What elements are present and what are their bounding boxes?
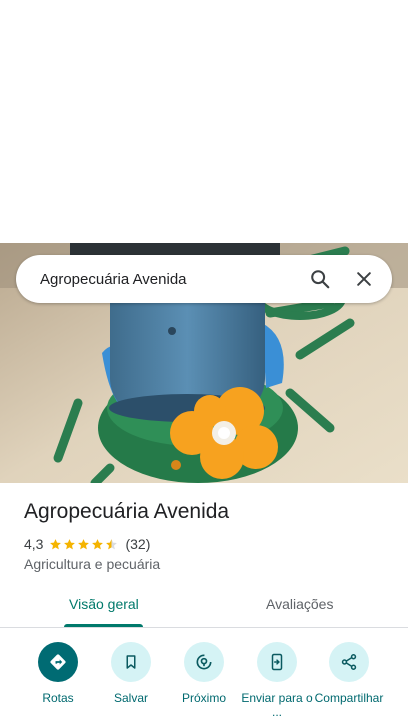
rating-value: 4,3 [24, 536, 44, 552]
place-category: Agricultura e pecuária [24, 556, 161, 572]
star-icon [78, 538, 90, 549]
nearby-icon [184, 642, 224, 682]
tab-overview[interactable]: Visão geral [69, 596, 139, 612]
save-label: Salvar [113, 691, 148, 705]
active-tab-indicator [64, 624, 143, 627]
directions-button[interactable]: Rotas [18, 642, 98, 705]
directions-label: Rotas [42, 691, 74, 705]
half-star-icon [106, 538, 118, 549]
star-icon [92, 538, 104, 549]
send-to-phone-button[interactable]: Enviar para o ... [237, 642, 317, 719]
close-icon[interactable] [342, 257, 386, 301]
nearby-button[interactable]: Próximo [164, 642, 244, 705]
tab-bar: Visão geral Avaliações [0, 586, 408, 628]
reviews-count[interactable]: (32) [125, 536, 150, 552]
search-bar[interactable]: Agropecuária Avenida [16, 255, 392, 303]
star-icon [50, 538, 62, 549]
directions-icon [38, 642, 78, 682]
share-icon [329, 642, 369, 682]
map-area[interactable] [0, 0, 408, 243]
send-to-phone-label: Enviar para o ... [241, 691, 313, 719]
send-to-phone-icon [257, 642, 297, 682]
share-button[interactable]: Compartilhar [309, 642, 389, 705]
star-icon [64, 538, 76, 549]
rating-row[interactable]: 4,3 (32) [24, 536, 150, 552]
bookmark-icon [111, 642, 151, 682]
tab-reviews[interactable]: Avaliações [266, 596, 333, 612]
search-query[interactable]: Agropecuária Avenida [40, 271, 298, 288]
action-bar: Rotas Salvar Próximo Enviar para o ... C… [0, 642, 408, 726]
star-rating [49, 538, 119, 551]
share-label: Compartilhar [314, 691, 384, 705]
place-title: Agropecuária Avenida [24, 500, 230, 523]
nearby-label: Próximo [181, 691, 226, 705]
search-icon[interactable] [298, 257, 342, 301]
save-button[interactable]: Salvar [91, 642, 171, 705]
